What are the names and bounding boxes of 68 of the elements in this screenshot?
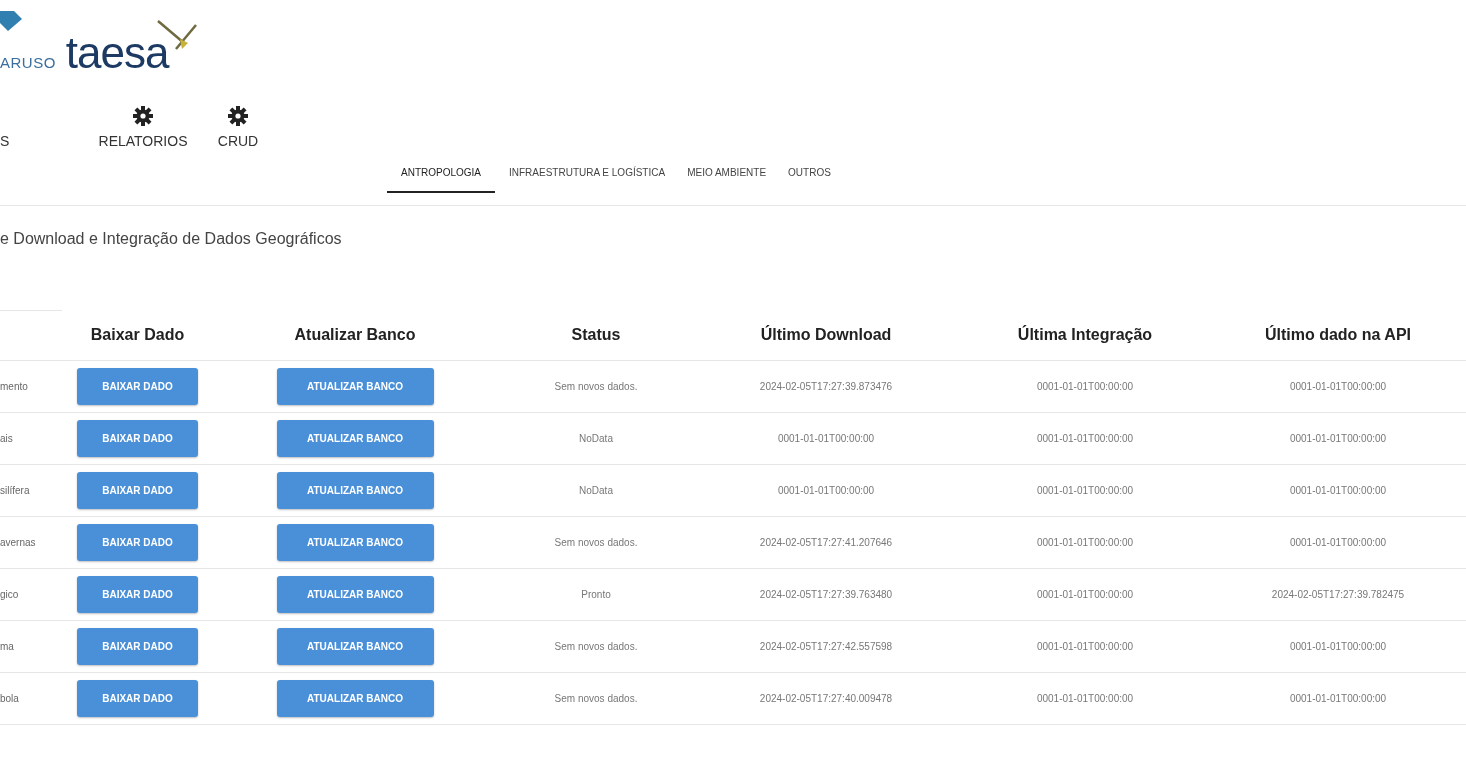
update-button[interactable]: ATUALIZAR BANCO <box>276 680 434 717</box>
column-header: Baixar Dado <box>89 326 186 344</box>
table-cell: 0001-01-01T00:00:00 <box>777 433 875 444</box>
table-cell: 0001-01-01T00:00:00 <box>1289 433 1387 444</box>
table-cell: 0001-01-01T00:00:00 <box>1036 589 1134 600</box>
table-cell: 0001-01-01T00:00:00 <box>1289 537 1387 548</box>
download-button[interactable]: BAIXAR DADO <box>77 680 198 717</box>
tab[interactable]: ANTROPOLOGIA <box>387 153 495 193</box>
table-cell: 0001-01-01T00:00:00 <box>1036 693 1134 704</box>
page-title: e Download e Integração de Dados Geográficos <box>0 230 343 249</box>
table-cell: 2024-02-05T17:27:42.557598 <box>759 641 893 652</box>
table-cell: 0001-01-01T00:00:00 <box>1036 537 1134 548</box>
table-cell: 0001-01-01T00:00:00 <box>777 485 875 496</box>
column-header: Atualizar Banco <box>293 326 417 344</box>
nav-link[interactable]: S <box>0 133 10 149</box>
logo-text: ARUSO <box>0 54 56 71</box>
table-cell-text: avernas <box>0 537 37 548</box>
table-cell-text: ais <box>0 433 14 444</box>
table-cell-text: gico <box>0 589 20 600</box>
table-cell: Sem novos dados. <box>554 693 638 704</box>
table-cell: 0001-01-01T00:00:00 <box>1036 485 1134 496</box>
table-cell-text: silífera <box>0 485 31 496</box>
column-header: Último Download <box>759 326 893 344</box>
table-cell: 0001-01-01T00:00:00 <box>1289 485 1387 496</box>
settings-icon <box>227 105 249 127</box>
table-cell: 0001-01-01T00:00:00 <box>1289 693 1387 704</box>
table-cell: Sem novos dados. <box>554 381 638 392</box>
table-cell: NoData <box>579 485 613 496</box>
logo-text: taesa <box>65 31 169 75</box>
update-button[interactable]: ATUALIZAR BANCO <box>276 628 434 665</box>
update-button[interactable]: ATUALIZAR BANCO <box>276 420 434 457</box>
update-button[interactable]: ATUALIZAR BANCO <box>276 472 434 509</box>
table-cell: 2024-02-05T17:27:39.763480 <box>759 589 893 600</box>
table-cell: 0001-01-01T00:00:00 <box>1036 433 1134 444</box>
update-button[interactable]: ATUALIZAR BANCO <box>276 524 434 561</box>
table-cell: 2024-02-05T17:27:40.009478 <box>759 693 893 704</box>
download-button[interactable]: BAIXAR DADO <box>77 524 198 561</box>
table-cell: 2024-02-05T17:27:41.207646 <box>759 537 893 548</box>
table-cell: 0001-01-01T00:00:00 <box>1036 641 1134 652</box>
update-button[interactable]: ATUALIZAR BANCO <box>276 368 434 405</box>
nav-link[interactable]: RELATORIOS <box>98 133 188 149</box>
nav-link[interactable]: CRUD <box>217 133 259 149</box>
table-cell-text: mento <box>0 381 29 392</box>
tab[interactable]: OUTROS <box>780 153 839 193</box>
column-header: Último dado na API <box>1263 326 1413 344</box>
download-button[interactable]: BAIXAR DADO <box>77 628 198 665</box>
update-button[interactable]: ATUALIZAR BANCO <box>276 576 434 613</box>
tab[interactable]: MEIO AMBIENTE <box>679 153 775 193</box>
table-cell: Sem novos dados. <box>554 537 638 548</box>
table-cell: 2024-02-05T17:27:39.873476 <box>759 381 893 392</box>
settings-icon <box>132 105 154 127</box>
table-cell: 0001-01-01T00:00:00 <box>1289 641 1387 652</box>
table-cell-text: bola <box>0 693 20 704</box>
table-cell: Pronto <box>581 589 611 600</box>
table-cell: Sem novos dados. <box>554 641 638 652</box>
table-cell: 2024-02-05T17:27:39.782475 <box>1271 589 1405 600</box>
column-header: Status <box>570 326 622 344</box>
download-button[interactable]: BAIXAR DADO <box>77 420 198 457</box>
table-cell: 0001-01-01T00:00:00 <box>1036 381 1134 392</box>
tab[interactable]: INFRAESTRUTURA E LOGÍSTICA <box>501 153 674 193</box>
table-cell: NoData <box>579 433 613 444</box>
table-cell-text: ma <box>0 641 15 652</box>
download-button[interactable]: BAIXAR DADO <box>77 576 198 613</box>
diamond-icon <box>0 9 22 31</box>
download-button[interactable]: BAIXAR DADO <box>77 368 198 405</box>
column-header: Última Integração <box>1016 326 1154 344</box>
download-button[interactable]: BAIXAR DADO <box>77 472 198 509</box>
table-cell: 0001-01-01T00:00:00 <box>1289 381 1387 392</box>
